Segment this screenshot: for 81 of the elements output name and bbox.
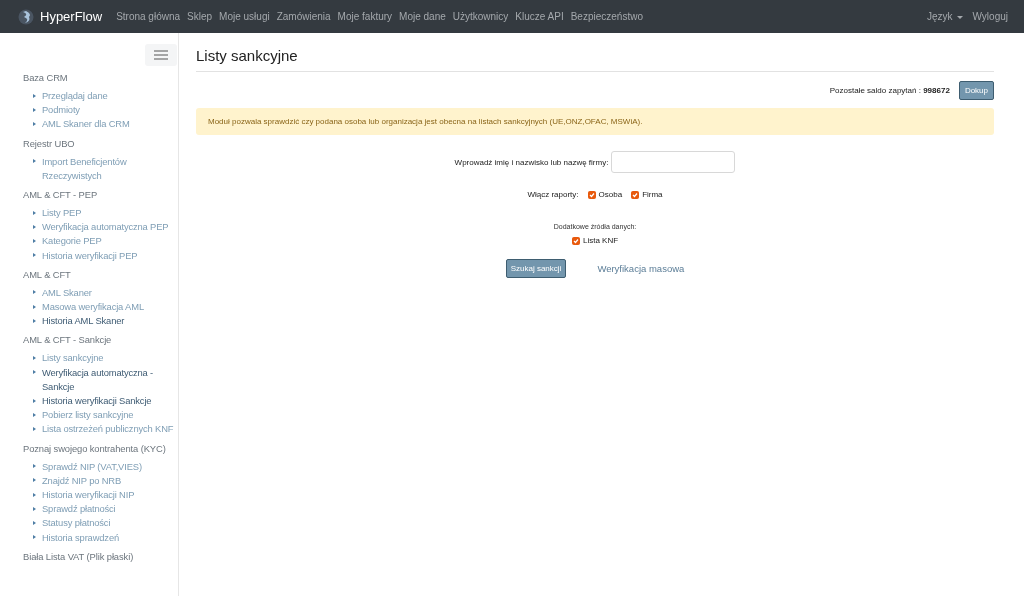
bullet-icon xyxy=(33,370,36,375)
checkbox[interactable] xyxy=(587,190,596,199)
sidebar-item[interactable]: Historia weryfikacji PEP xyxy=(42,248,138,263)
logo-icon xyxy=(18,8,34,25)
sidebar-group-title: Poznaj swojego kontrahenta (KYC) xyxy=(23,441,167,455)
checkbox-label: Osoba xyxy=(598,190,623,199)
reports-label: Włącz raporty: xyxy=(527,190,579,199)
checkbox-label: Firma xyxy=(642,190,663,199)
bullet-icon xyxy=(33,238,36,243)
sidebar-item[interactable]: Pobierz listy sankcyjne xyxy=(42,408,134,423)
bullet-icon xyxy=(33,159,36,164)
nav-link[interactable]: Użytkownicy xyxy=(452,11,509,22)
bullet-icon xyxy=(33,253,36,258)
sidebar-item[interactable]: Import Beneficjentów Rzeczywistych xyxy=(42,154,178,183)
bullet-icon xyxy=(33,426,36,431)
bullet-icon xyxy=(33,93,36,98)
checkbox[interactable] xyxy=(571,236,580,245)
sidebar-group-title: Biała Lista VAT (Plik płaski) xyxy=(23,549,135,563)
bullet-icon xyxy=(33,290,36,295)
bullet-icon xyxy=(33,224,36,229)
menu-toggle-button[interactable] xyxy=(145,44,177,66)
sidebar-item[interactable]: Podmioty xyxy=(42,103,80,118)
sidebar-group-title: Rejestr UBO xyxy=(23,136,76,150)
brand-name[interactable]: HyperFlow xyxy=(40,9,103,24)
checkbox-label: Lista KNF xyxy=(582,236,619,245)
bullet-icon xyxy=(33,506,36,511)
sidebar-item[interactable]: Lista ostrzeżeń publicznych KNF xyxy=(42,422,174,437)
bullet-icon xyxy=(33,535,36,540)
sidebar-item[interactable]: Historia AML Skaner xyxy=(42,314,125,329)
info-alert: Moduł pozwala sprawdzić czy podana osoba lub organizacja jest obecna na listach sankcyjnych (UE,ONZ,OFAC, MSWiA). xyxy=(196,108,994,135)
bullet-icon xyxy=(33,412,36,417)
sidebar-group-title: Baza CRM xyxy=(23,71,69,84)
sidebar-group-title: AML & CFT xyxy=(23,267,72,281)
bullet-icon xyxy=(33,464,36,469)
topup-button[interactable]: Dokup xyxy=(958,81,994,100)
nav-link[interactable]: Bezpieczeństwo xyxy=(570,11,643,22)
nav-link[interactable]: Moje faktury xyxy=(337,11,393,22)
nav-link[interactable]: Strona główna xyxy=(116,11,181,22)
sidebar-item[interactable]: AML Skaner dla CRM xyxy=(42,117,130,132)
sidebar-item[interactable]: Weryfikacja automatyczna - Sankcje xyxy=(42,365,178,395)
sidebar-item[interactable]: AML Skaner xyxy=(42,285,92,301)
sidebar-item[interactable]: Weryfikacja automatyczna PEP xyxy=(42,220,169,235)
sidebar-item[interactable]: Historia weryfikacji Sankcje xyxy=(42,394,152,409)
bullet-icon xyxy=(33,355,36,360)
bullet-icon xyxy=(33,398,36,403)
nav-link[interactable]: Sklep xyxy=(187,11,213,22)
sidebar-item[interactable]: Masowa weryfikacja AML xyxy=(42,300,144,315)
mass-verification-link[interactable]: Weryfikacja masowa xyxy=(597,263,685,274)
bullet-icon xyxy=(33,492,36,497)
name-input-field[interactable] xyxy=(611,151,736,173)
bullet-icon xyxy=(33,304,36,309)
search-button[interactable]: Szukaj sankcji xyxy=(505,259,567,278)
bullet-icon xyxy=(33,121,36,126)
logout-link[interactable]: Wyloguj xyxy=(972,11,1008,22)
name-label: Wprowadź imię i nazwisko lub nazwę firmy: xyxy=(454,157,609,167)
sidebar-item[interactable]: Sprawdź płatności xyxy=(42,502,116,517)
sidebar-item[interactable]: Przeglądaj dane xyxy=(42,89,108,104)
sidebar-item[interactable]: Znajdź NIP po NRB xyxy=(42,473,122,489)
sidebar-item[interactable]: Listy sankcyjne xyxy=(42,351,104,366)
nav-link[interactable]: Zamówienia xyxy=(276,11,331,22)
sidebar-group-title: AML & CFT - Sankcje xyxy=(23,333,113,347)
checkbox[interactable] xyxy=(631,190,640,199)
bullet-icon xyxy=(33,318,36,323)
sidebar-item[interactable]: Listy PEP xyxy=(42,206,82,221)
menu-icon xyxy=(154,50,168,60)
sidebar-item[interactable]: Sprawdź NIP (VAT,VIES) xyxy=(42,459,142,474)
bullet-icon xyxy=(33,478,36,483)
nav-link[interactable]: Moje usługi xyxy=(219,11,270,22)
sidebar-item[interactable]: Historia weryfikacji NIP xyxy=(42,488,135,503)
bullet-icon xyxy=(33,210,36,215)
bullet-icon xyxy=(33,520,36,525)
nav-link[interactable]: Klucze API xyxy=(515,11,564,22)
bullet-icon xyxy=(33,107,36,112)
language-dropdown[interactable]: Język xyxy=(926,11,963,22)
balance-text: Pozostałe saldo zapytań : 998672 xyxy=(829,86,950,95)
page-title: Listy sankcyjne xyxy=(196,47,994,72)
sidebar-group-title: AML & CFT - PEP xyxy=(23,188,99,201)
nav-link[interactable]: Moje dane xyxy=(399,11,446,22)
sidebar-item[interactable]: Kategorie PEP xyxy=(42,234,102,249)
sidebar-item[interactable]: Historia sprawdzeń xyxy=(42,530,120,545)
sidebar-item[interactable]: Statusy płatności xyxy=(42,516,111,531)
